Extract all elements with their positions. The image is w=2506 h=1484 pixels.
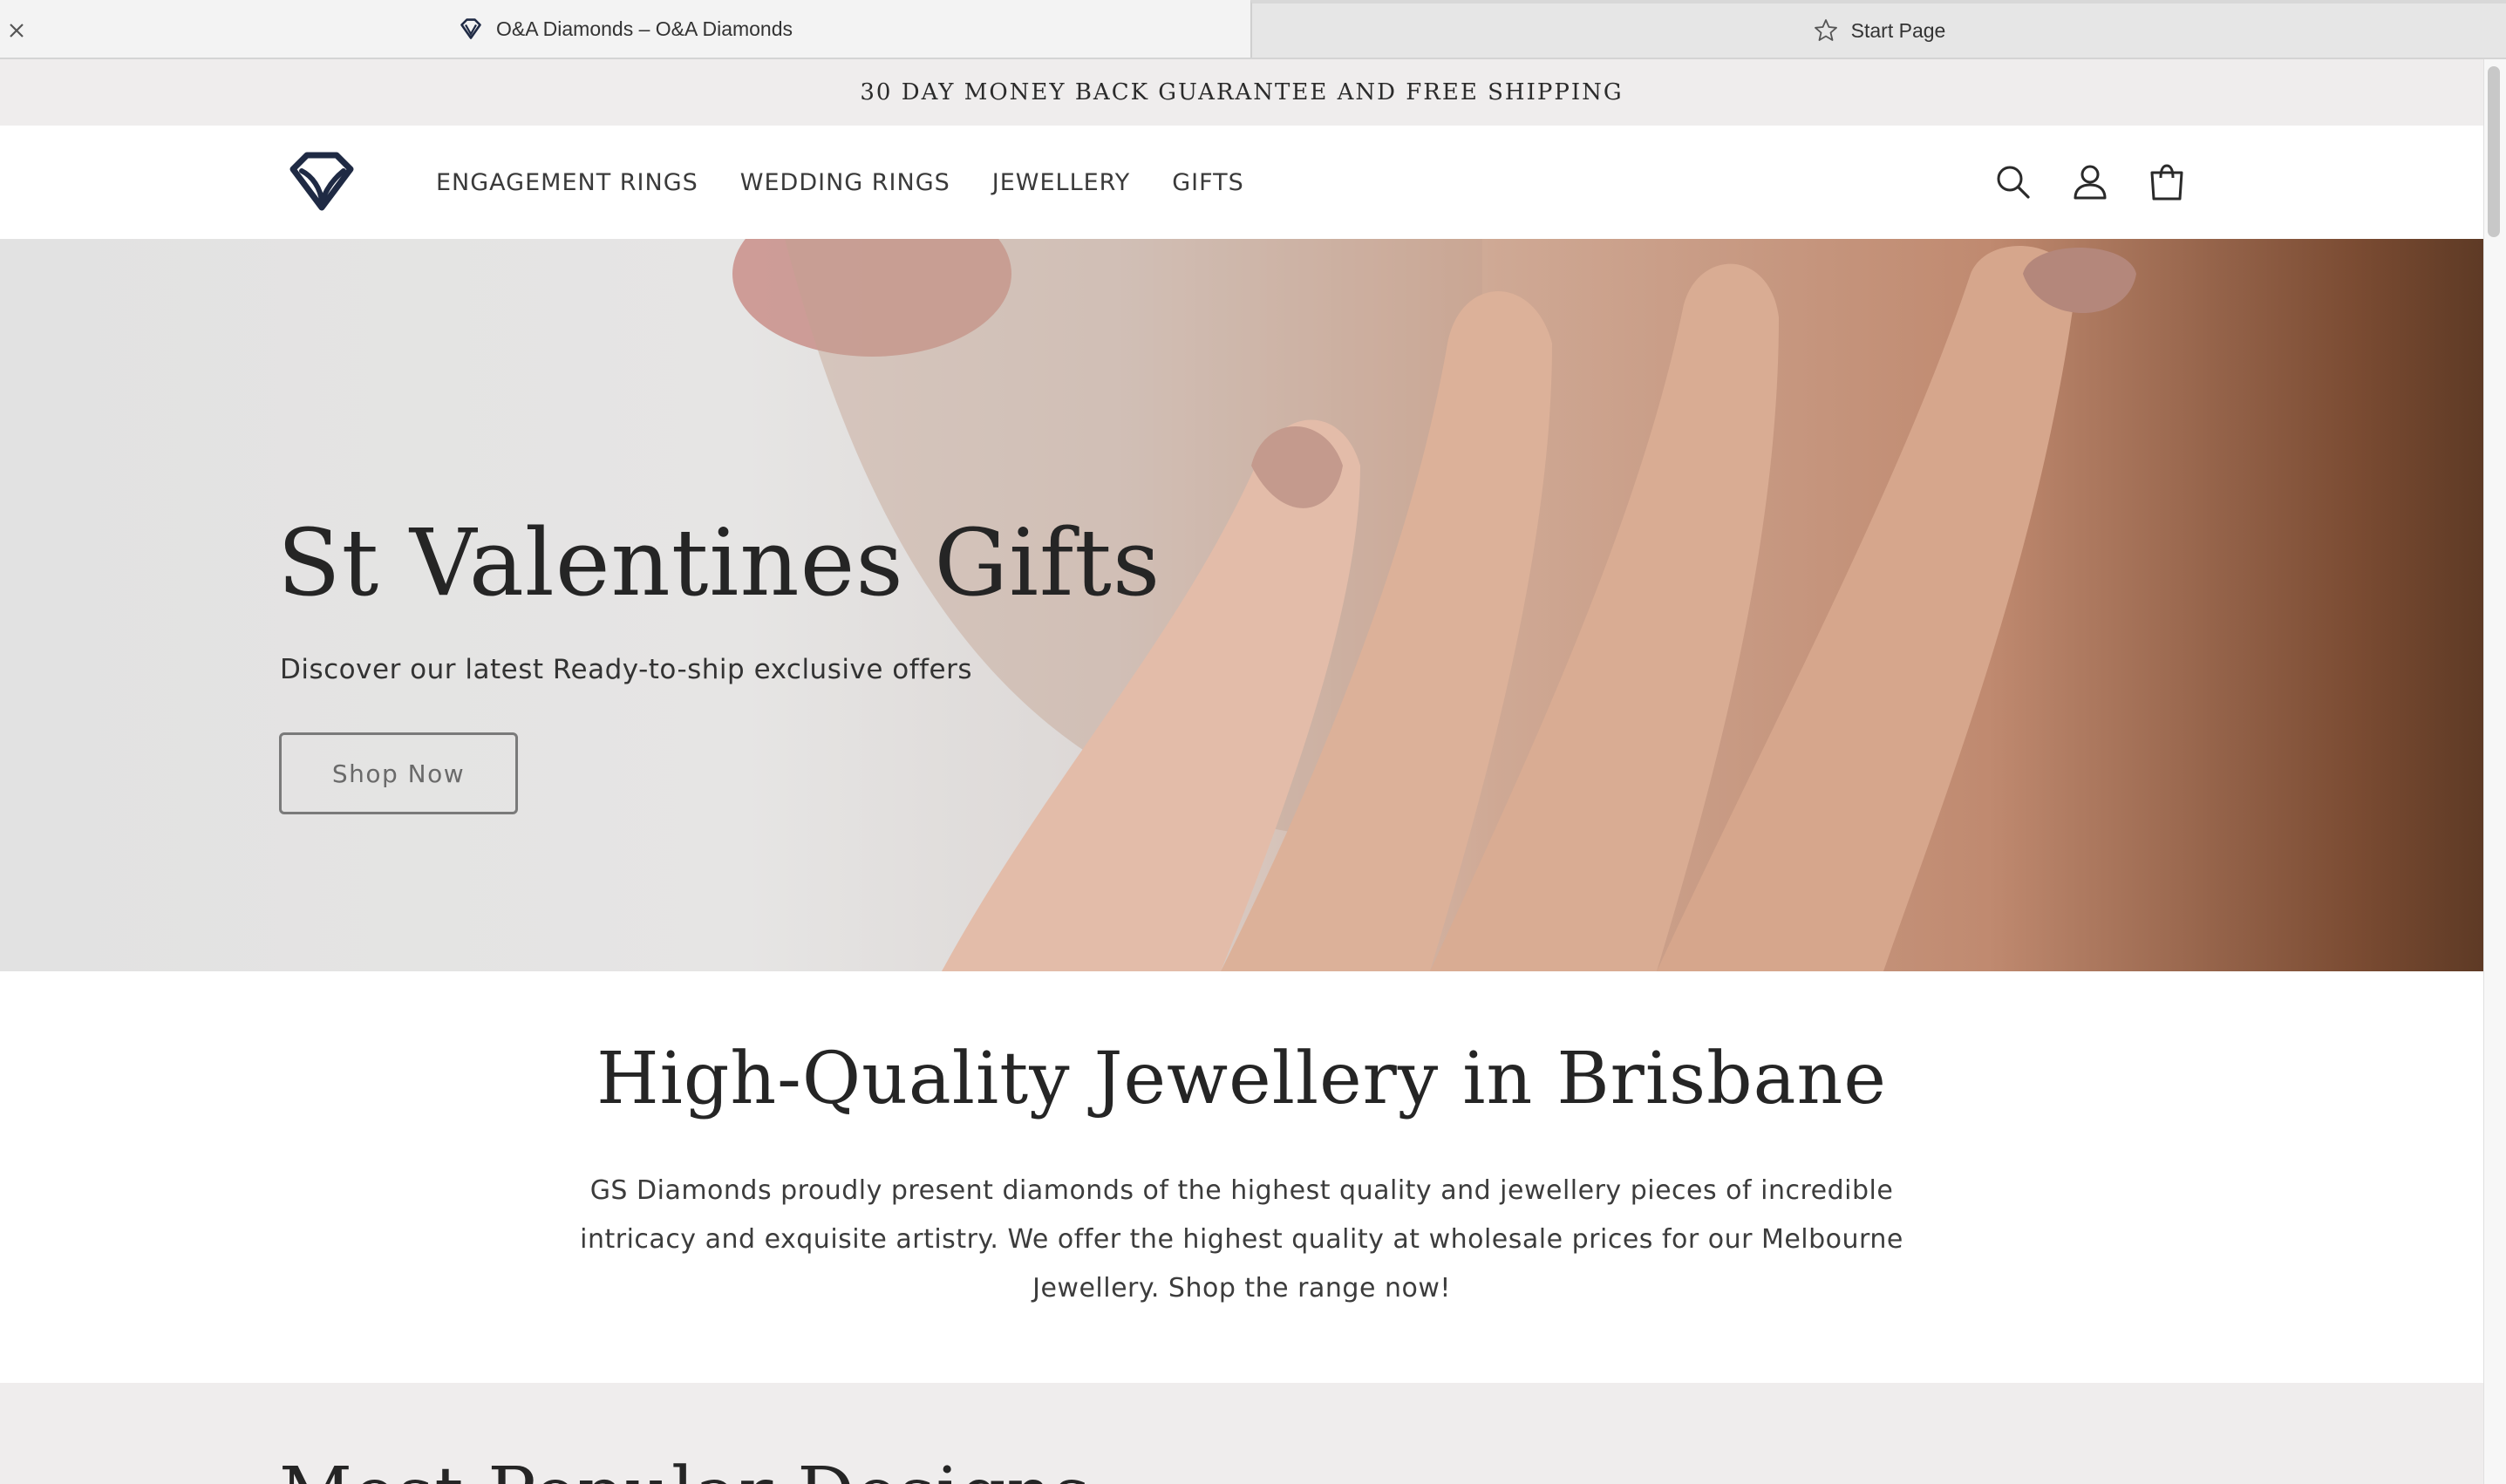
nav-engagement-rings[interactable]: ENGAGEMENT RINGS [436,169,698,196]
cart-icon[interactable] [2143,159,2190,206]
star-icon [1814,19,1837,41]
nav-jewellery[interactable]: JEWELLERY [992,169,1130,196]
account-icon[interactable] [2067,159,2114,206]
intro-body: GS Diamonds proudly present diamonds of … [580,1175,1903,1304]
scrollbar-track[interactable] [2483,59,2506,1484]
browser-tab-start-page[interactable]: Start Page [1250,0,2506,58]
scrollbar-thumb[interactable] [2488,66,2500,237]
browser-tab-active[interactable]: O&A Diamonds – O&A Diamonds [0,0,1250,58]
diamond-logo-icon[interactable] [286,150,358,213]
hero-subtitle: Discover our latest Ready-to-ship exclus… [280,654,973,685]
nav-gifts[interactable]: GIFTS [1172,169,1244,196]
shop-now-button[interactable]: Shop Now [279,732,518,814]
intro-title: High-Quality Jewellery in Brisbane [596,1038,1887,1120]
popular-designs-section: Most Popular Designs [0,1383,2483,1484]
announcement-bar: 30 DAY MONEY BACK GUARANTEE AND FREE SHI… [0,59,2483,126]
browser-tab-bar: O&A Diamonds – O&A Diamonds Start Page [0,0,2506,59]
tab-title: Start Page [1850,18,1946,42]
site-header: ENGAGEMENT RINGS WEDDING RINGS JEWELLERY… [0,126,2483,239]
main-nav: ENGAGEMENT RINGS WEDDING RINGS JEWELLERY… [436,126,1286,239]
hero-banner: St Valentines Gifts Discover our latest … [0,239,2483,971]
close-tab-icon[interactable] [7,21,26,40]
tab-title: O&A Diamonds – O&A Diamonds [495,17,793,40]
announcement-text: 30 DAY MONEY BACK GUARANTEE AND FREE SHI… [860,79,1624,106]
intro-section: High-Quality Jewellery in Brisbane GS Di… [0,971,2483,1383]
section-title: Most Popular Designs [279,1453,1091,1484]
diamond-favicon-icon [460,18,481,39]
nav-wedding-rings[interactable]: WEDDING RINGS [740,169,950,196]
hero-title: St Valentines Gifts [277,509,1161,616]
search-icon[interactable] [1990,159,2037,206]
